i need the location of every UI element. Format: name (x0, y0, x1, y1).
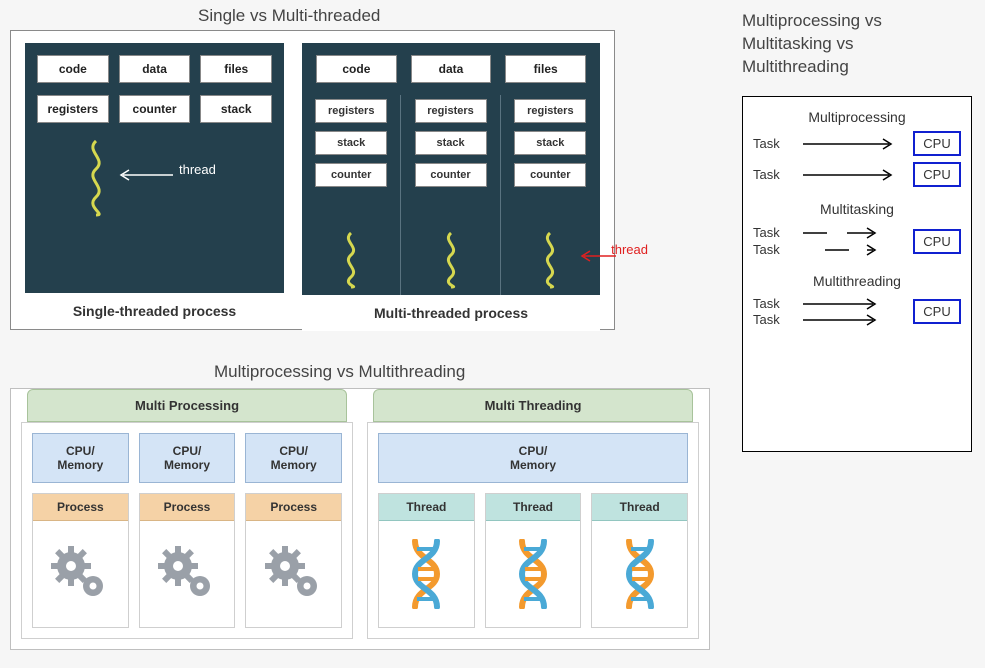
chip-files: files (200, 55, 272, 83)
thread-squiggle-icon (537, 231, 563, 289)
chip-stack: stack (200, 95, 272, 123)
svmt-title: Single vs Multi-threaded (198, 6, 380, 26)
chip-stack: stack (514, 131, 586, 155)
broken-arrow-icon (801, 243, 907, 257)
cpu-box: CPU (913, 229, 961, 254)
section-multitasking: Multitasking (753, 201, 961, 217)
gears-icon (47, 521, 113, 627)
section-multithreading: Multithreading (753, 273, 961, 289)
task-label: Task (753, 167, 795, 182)
dna-icon (405, 521, 447, 627)
thread-label: thread (179, 162, 216, 177)
multithreading-column: Multi Threading CPU/Memory Thread Thread (367, 389, 699, 639)
mpmt-title: Multiprocessing vs Multithreading (214, 362, 465, 382)
task-label: Task (753, 136, 795, 151)
cpu-box: CPU/Memory (139, 433, 236, 483)
chip-stack: stack (415, 131, 487, 155)
chip-registers: registers (315, 99, 387, 123)
chip-files: files (505, 55, 586, 83)
multiprocessing-column: Multi Processing CPU/Memory CPU/Memory C… (21, 389, 353, 639)
task-label: Task (753, 242, 795, 257)
chip-counter: counter (415, 163, 487, 187)
gears-icon (261, 521, 327, 627)
thread-label: thread (611, 242, 648, 257)
task-label: Task (753, 225, 795, 240)
thread-arrow-icon (117, 167, 175, 183)
mt-header: Multi Threading (373, 389, 693, 422)
arrow-icon (801, 297, 907, 311)
thread-squiggle-icon (438, 231, 464, 289)
chip-data: data (119, 55, 191, 83)
chip-registers: registers (514, 99, 586, 123)
process-unit: Process (32, 493, 129, 628)
thread-label: Thread (592, 494, 687, 521)
mp-header: Multi Processing (27, 389, 347, 422)
right-title: Multiprocessing vs Multitasking vs Multi… (742, 10, 882, 79)
arrow-icon (801, 137, 907, 151)
task-label: Task (753, 312, 795, 327)
multi-caption: Multi-threaded process (302, 295, 600, 331)
process-unit: Process (245, 493, 342, 628)
cpu-box: CPU/Memory (378, 433, 688, 483)
cpu-box: CPU (913, 131, 961, 156)
process-label: Process (246, 494, 341, 521)
svmt-frame: code data files registers counter stack … (10, 30, 615, 330)
dna-icon (512, 521, 554, 627)
chip-counter: counter (315, 163, 387, 187)
single-caption: Single-threaded process (25, 293, 284, 329)
chip-stack: stack (315, 131, 387, 155)
multi-threaded-panel: code data files registers stack counter … (302, 43, 600, 329)
chip-code: code (37, 55, 109, 83)
process-label: Process (140, 494, 235, 521)
arrow-icon (801, 313, 907, 327)
broken-arrow-icon (801, 226, 907, 240)
thread-label: Thread (486, 494, 581, 521)
dna-icon (619, 521, 661, 627)
chip-code: code (316, 55, 397, 83)
thread-squiggle-icon (81, 139, 111, 217)
chip-counter: counter (514, 163, 586, 187)
cpu-box: CPU (913, 162, 961, 187)
section-multiprocessing: Multiprocessing (753, 109, 961, 125)
chip-counter: counter (119, 95, 191, 123)
chip-registers: registers (415, 99, 487, 123)
process-unit: Process (139, 493, 236, 628)
gears-icon (154, 521, 220, 627)
single-threaded-panel: code data files registers counter stack … (25, 43, 284, 329)
cpu-box: CPU/Memory (245, 433, 342, 483)
thread-unit: Thread (485, 493, 582, 628)
right-frame: Multiprocessing Task CPU Task CPU Multit… (742, 96, 972, 452)
thread-unit: Thread (591, 493, 688, 628)
cpu-box: CPU (913, 299, 961, 324)
arrow-icon (801, 168, 907, 182)
cpu-box: CPU/Memory (32, 433, 129, 483)
chip-data: data (411, 55, 492, 83)
task-label: Task (753, 296, 795, 311)
mpmt-frame: Multi Processing CPU/Memory CPU/Memory C… (10, 388, 710, 650)
chip-registers: registers (37, 95, 109, 123)
thread-unit: Thread (378, 493, 475, 628)
thread-label: Thread (379, 494, 474, 521)
process-label: Process (33, 494, 128, 521)
thread-squiggle-icon (338, 231, 364, 289)
